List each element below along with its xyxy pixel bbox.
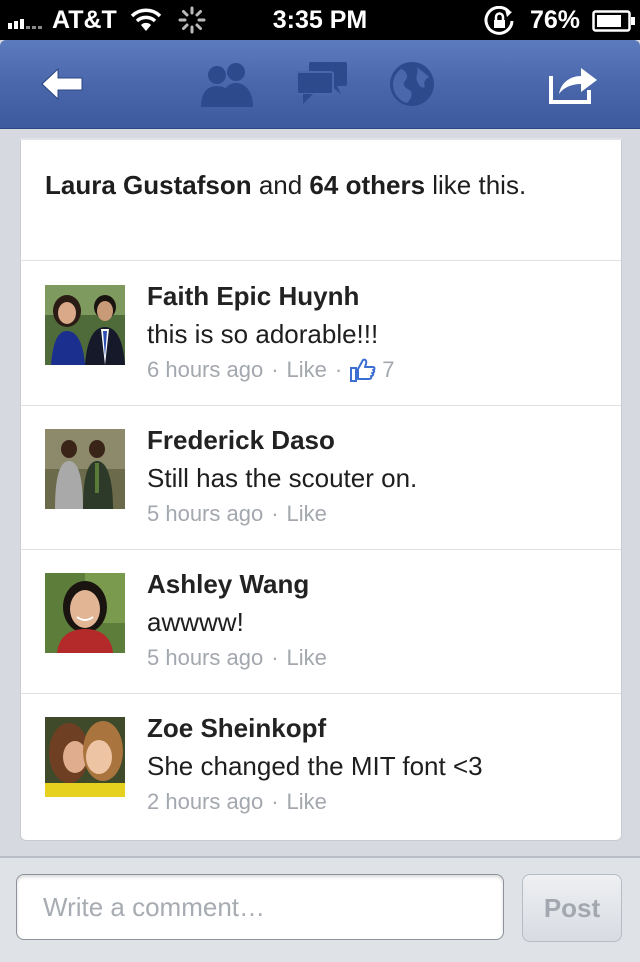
avatar[interactable] <box>45 573 125 653</box>
comment-like-count[interactable]: 7 <box>382 357 394 383</box>
likes-summary-text: Laura Gustafson and 64 others like this. <box>45 170 527 200</box>
comment-text: She changed the MIT font <3 <box>147 751 483 781</box>
comment-author[interactable]: Frederick Daso <box>147 425 335 456</box>
nav-bar <box>0 40 640 129</box>
avatar[interactable] <box>45 717 125 797</box>
like-link[interactable]: Like <box>287 501 327 527</box>
avatar[interactable] <box>45 429 125 509</box>
comment-item: Faith Epic Huynh this is so adorable!!! … <box>21 261 621 406</box>
friend-requests-button[interactable] <box>196 40 258 128</box>
comment-item: Ashley Wang awwww! 5 hours ago · Like <box>21 549 621 694</box>
comment-item: Frederick Daso Still has the scouter on.… <box>21 405 621 550</box>
comment-composer: Post <box>0 856 640 962</box>
comment-text: Still has the scouter on. <box>147 463 418 493</box>
comment-meta: 2 hours ago · Like <box>147 789 327 815</box>
like-link[interactable]: Like <box>287 357 327 383</box>
comment-time: 5 hours ago <box>147 501 264 526</box>
comment-meta: 5 hours ago · Like <box>147 645 327 671</box>
like-link[interactable]: Like <box>287 789 327 815</box>
comment-meta: 5 hours ago · Like <box>147 501 327 527</box>
comment-time: 2 hours ago <box>147 789 264 814</box>
messages-icon <box>297 62 347 104</box>
likes-count[interactable]: 64 others <box>309 170 425 200</box>
like-link[interactable]: Like <box>287 645 327 671</box>
share-button[interactable] <box>544 40 604 128</box>
comment-author[interactable]: Faith Epic Huynh <box>147 281 359 312</box>
back-button[interactable] <box>34 40 90 128</box>
status-bar: AT&T 3:35 PM 76% <box>0 0 640 40</box>
post-button[interactable]: Post <box>522 874 622 942</box>
comment-author[interactable]: Zoe Sheinkopf <box>147 713 326 744</box>
liker-name[interactable]: Laura Gustafson <box>45 170 252 200</box>
friends-icon <box>201 63 253 107</box>
notifications-button[interactable] <box>386 40 438 128</box>
battery-percentage: 76% <box>530 6 581 34</box>
share-icon <box>549 68 597 104</box>
likes-summary[interactable]: Laura Gustafson and 64 others like this. <box>21 140 621 261</box>
messages-button[interactable] <box>292 40 352 128</box>
comment-item: Zoe Sheinkopf She changed the MIT font <… <box>21 693 621 837</box>
comment-author[interactable]: Ashley Wang <box>147 569 309 600</box>
globe-icon <box>390 62 434 106</box>
back-arrow-icon <box>41 67 83 101</box>
comment-time: 5 hours ago <box>147 645 264 670</box>
comment-input[interactable] <box>16 874 504 940</box>
thumbs-up-icon <box>350 358 376 382</box>
comment-text: this is so adorable!!! <box>147 319 379 349</box>
comment-meta: 6 hours ago · Like · 7 <box>147 357 395 383</box>
comments-card: Laura Gustafson and 64 others like this.… <box>20 140 622 841</box>
avatar[interactable] <box>45 285 125 365</box>
comment-time: 6 hours ago <box>147 357 264 382</box>
rotation-lock-icon <box>484 6 514 35</box>
battery-icon <box>592 10 635 32</box>
comment-text: awwww! <box>147 607 244 637</box>
